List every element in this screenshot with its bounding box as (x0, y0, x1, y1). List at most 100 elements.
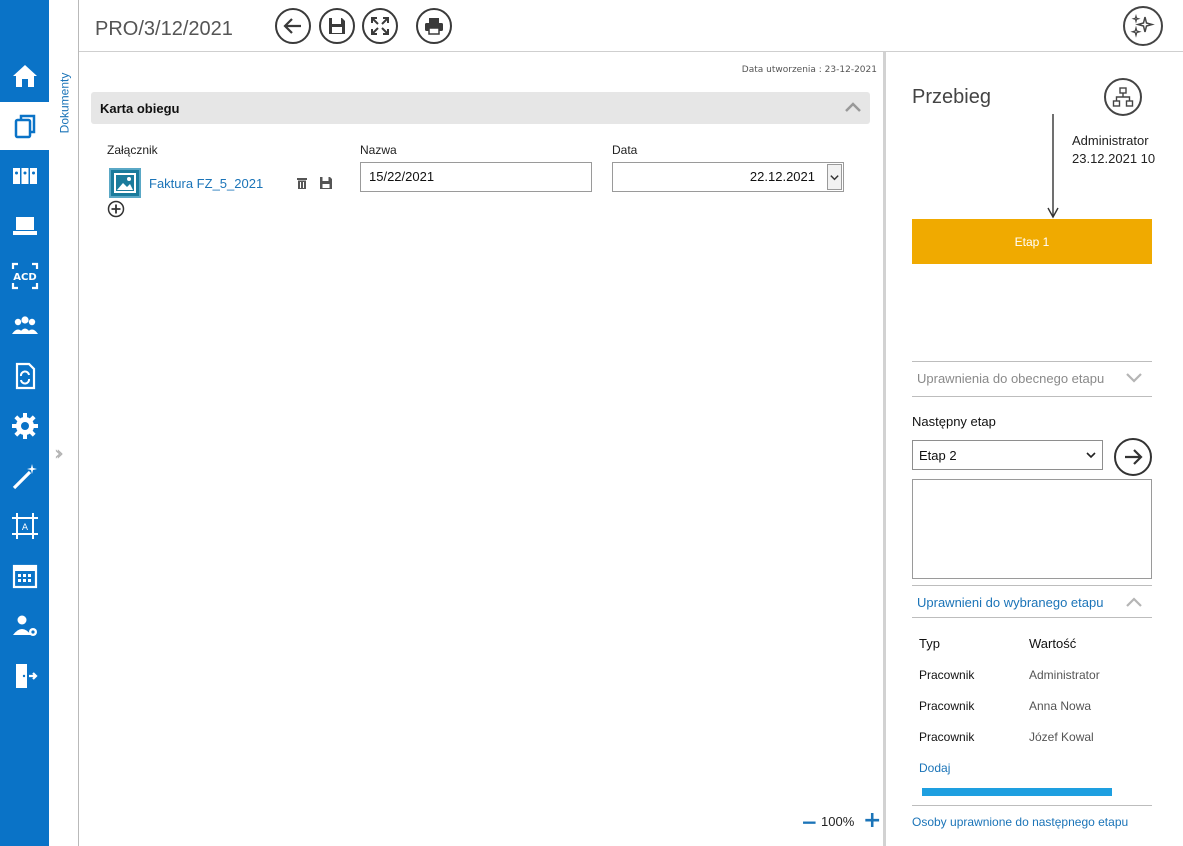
main-nav: ACD A (0, 0, 49, 846)
svg-text:A: A (21, 523, 28, 533)
attachment-thumbnail[interactable] (109, 168, 141, 198)
magic-wand-icon (12, 464, 37, 490)
workflow-date: 23.12.2021 10 (1072, 151, 1156, 166)
nav-documents[interactable] (0, 102, 49, 150)
name-label: Nazwa (360, 143, 397, 157)
workflow-title: Przebieg (912, 86, 991, 108)
chevron-up-icon[interactable] (844, 99, 862, 117)
nav-home[interactable] (0, 52, 49, 100)
date-picker-button[interactable] (827, 164, 842, 190)
progress-bar (922, 788, 1112, 796)
documents-tab-label: Dokumenty (57, 72, 72, 134)
chevron-down-icon (830, 174, 839, 180)
divider (912, 396, 1152, 397)
ocr-icon: ACD (11, 262, 38, 290)
chevron-up-icon[interactable] (1124, 594, 1144, 610)
plus-circle-icon[interactable] (107, 200, 125, 218)
laptop-icon (12, 217, 37, 235)
arrow-right-icon (1125, 449, 1143, 465)
binders-icon (12, 168, 37, 184)
add-permission-link[interactable]: Dodaj (919, 761, 950, 775)
next-stage-value: Etap 2 (919, 448, 957, 463)
comment-textarea[interactable] (912, 479, 1152, 579)
zoom-in-button[interactable]: + (863, 808, 881, 833)
divider (912, 361, 1152, 362)
nav-users-settings[interactable] (0, 602, 49, 650)
next-stage-label: Następny etap (912, 414, 996, 429)
workflow-user: Administrator (1072, 133, 1149, 148)
sparkles-icon (1130, 13, 1155, 38)
divider (912, 585, 1152, 586)
arrow-left-icon (283, 18, 301, 34)
table-row-type: Pracownik (919, 699, 975, 713)
attachment-link[interactable]: Faktura FZ_5_2021 (149, 176, 263, 191)
nav-ocr[interactable]: ACD (0, 252, 49, 300)
calendar-icon (12, 564, 37, 589)
back-button[interactable] (275, 8, 311, 44)
date-input[interactable]: 22.12.2021 (612, 162, 844, 192)
table-header-value: Wartość (1029, 636, 1077, 651)
name-input[interactable]: 15/22/2021 (360, 162, 592, 192)
nav-computer[interactable] (0, 202, 49, 250)
template-crop-icon: A (11, 513, 38, 539)
expand-arrows-icon (371, 17, 389, 35)
progress-bar-fill (922, 788, 1112, 796)
next-stage-people-link[interactable]: Osoby uprawnione do następnego etapu (912, 815, 1128, 829)
table-row-value: Józef Kowal (1029, 730, 1094, 744)
gear-icon (11, 413, 38, 439)
workflow-document-icon (15, 362, 35, 390)
nav-wizard[interactable] (0, 452, 49, 500)
table-row-value: Anna Nowa (1029, 699, 1092, 713)
zoom-out-button[interactable]: − (801, 810, 818, 834)
printer-icon (425, 18, 443, 35)
nav-calendar[interactable] (0, 552, 49, 600)
nav-template[interactable]: A (0, 502, 49, 550)
flow-arrow-down-icon (1047, 114, 1059, 219)
documents-side-strip: Dokumenty ›› (49, 0, 79, 846)
people-group-icon (11, 316, 38, 334)
go-next-stage-button[interactable] (1114, 438, 1152, 476)
trash-icon[interactable] (295, 176, 309, 190)
floppy-disk-icon (329, 18, 345, 34)
print-button[interactable] (416, 8, 452, 44)
magic-assistant-button[interactable] (1123, 6, 1163, 46)
workflow-panel: Przebieg Administrator 23.12.2021 10 Eta… (883, 52, 1183, 846)
current-stage-box[interactable]: Etap 1 (912, 219, 1152, 264)
table-row-value: Administrator (1029, 668, 1100, 682)
document-title: PRO/3/12/2021 (95, 18, 233, 40)
save-button[interactable] (319, 8, 355, 44)
main-content: Data utworzenia : 23-12-2021 Karta obieg… (79, 52, 883, 846)
nav-contractors[interactable] (0, 302, 49, 350)
next-stage-select[interactable]: Etap 2 (912, 440, 1103, 470)
home-icon (12, 65, 37, 87)
selected-stage-permissions-toggle[interactable]: Uprawnieni do wybranego etapu (917, 595, 1103, 610)
documents-icon (14, 114, 35, 139)
nav-archive[interactable] (0, 152, 49, 200)
table-row-type: Pracownik (919, 668, 975, 682)
nav-logout[interactable] (0, 652, 49, 700)
date-label: Data (612, 143, 638, 157)
logout-door-icon (15, 664, 38, 688)
zoom-level: 100% (821, 814, 855, 829)
nav-settings[interactable] (0, 402, 49, 450)
created-date-label: Data utworzenia : 23-12-2021 (741, 65, 877, 75)
documents-tab[interactable]: Dokumenty (51, 58, 77, 148)
expand-panel-chevron-icon[interactable]: ›› (54, 441, 64, 465)
svg-text:ACD: ACD (13, 272, 36, 283)
fullscreen-button[interactable] (362, 8, 398, 44)
header-toolbar: PRO/3/12/2021 (79, 0, 1183, 52)
attachment-label: Załącznik (107, 143, 158, 157)
nav-workflow[interactable] (0, 352, 49, 400)
chevron-down-icon (1086, 452, 1096, 459)
chevron-down-icon[interactable] (1124, 370, 1144, 386)
divider (912, 805, 1152, 806)
divider (912, 617, 1152, 618)
floppy-disk-icon[interactable] (319, 176, 333, 190)
sitemap-icon (1112, 87, 1134, 107)
table-row-type: Pracownik (919, 730, 975, 744)
current-stage-permissions-toggle[interactable]: Uprawnienia do obecnego etapu (917, 371, 1104, 386)
card-section-header[interactable]: Karta obiegu (91, 92, 870, 124)
image-file-icon (114, 173, 136, 193)
card-section-title: Karta obiegu (100, 101, 180, 116)
workflow-diagram-button[interactable] (1104, 78, 1142, 116)
